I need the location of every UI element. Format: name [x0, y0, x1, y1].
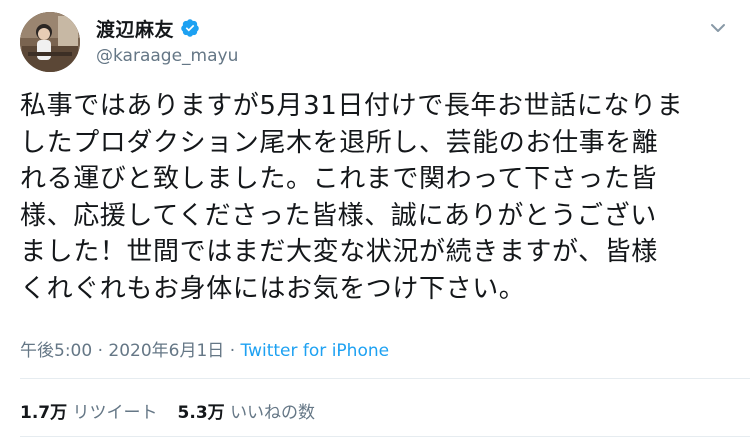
verified-badge-icon — [180, 18, 200, 38]
display-name[interactable]: 渡辺麻友 — [96, 15, 174, 42]
tweet-header: 渡辺麻友 @karaage_mayu — [20, 10, 730, 74]
chevron-down-icon[interactable] — [706, 16, 730, 40]
tweet-time[interactable]: 午後5:00 — [20, 341, 92, 361]
avatar[interactable] — [20, 12, 80, 72]
tweet-metadata: 午後5:00 · 2020年6月1日 · Twitter for iPhone — [20, 336, 389, 361]
likes-label: いいねの数 — [230, 403, 316, 423]
retweets-label: リツイート — [72, 403, 158, 423]
likes-count: 5.3万 — [177, 403, 225, 423]
user-handle[interactable]: @karaage_mayu — [96, 46, 238, 66]
tweet-source-link[interactable]: Twitter for iPhone — [241, 341, 390, 361]
tweet-stats: 1.7万 リツイート 5.3万 いいねの数 — [20, 398, 315, 423]
meta-separator: · — [92, 341, 109, 361]
meta-separator: · — [224, 341, 241, 361]
tweet-date[interactable]: 2020年6月1日 — [108, 341, 224, 361]
likes-stat[interactable]: 5.3万 いいねの数 — [178, 398, 316, 423]
display-name-row: 渡辺麻友 — [96, 15, 238, 42]
retweets-stat[interactable]: 1.7万 リツイート — [20, 398, 158, 423]
avatar-image — [20, 12, 80, 72]
tweet-card: 渡辺麻友 @karaage_mayu 私事ではありますが5月31日付けで長年お世… — [0, 0, 750, 438]
user-names: 渡辺麻友 @karaage_mayu — [96, 15, 238, 67]
divider — [20, 436, 750, 437]
divider — [20, 378, 750, 379]
retweets-count: 1.7万 — [20, 403, 68, 423]
tweet-text: 私事ではありますが5月31日付けで長年お世話になりま したプロダクション尾木を退… — [20, 91, 684, 304]
